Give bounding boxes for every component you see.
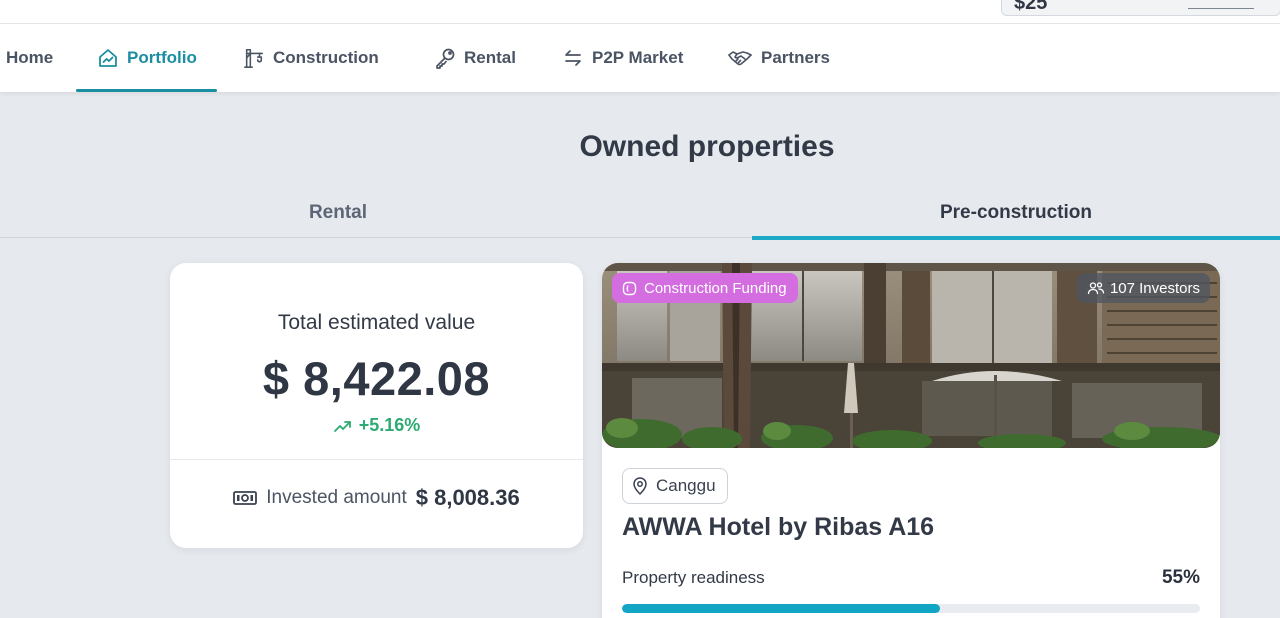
property-photo[interactable]: Construction Funding 107 Investors — [602, 263, 1220, 448]
readiness-percent: 55% — [1161, 567, 1200, 588]
tab-pre-construction-label: Pre-construction — [939, 202, 1093, 223]
nav-home-label: Home — [6, 48, 54, 67]
invested-amount: $ 8,008.36 — [415, 485, 520, 510]
nav-p2p-label: P2P Market — [592, 48, 684, 67]
nav-construction-label: Construction — [273, 48, 379, 67]
tab-rental[interactable]: Rental — [0, 188, 676, 238]
nav-active-underline — [76, 89, 217, 92]
coin-icon — [622, 281, 637, 296]
nav-rental-label: Rental — [464, 48, 516, 67]
property-tabs: Rental Pre-construction — [0, 188, 1280, 240]
page-title: Owned properties — [579, 130, 835, 163]
construction-funding-text: Construction Funding — [644, 279, 787, 297]
portfolio-value-card: Total estimated value $ 8,422.08 +5.16% … — [170, 263, 583, 548]
readiness-progress-fill — [622, 604, 940, 613]
tab-rental-label: Rental — [308, 202, 368, 223]
property-title[interactable]: AWWA Hotel by Ribas A16 — [622, 513, 934, 542]
nav-partners[interactable]: Partners — [727, 24, 830, 92]
nav-portfolio-label: Portfolio — [127, 48, 197, 67]
chart-house-icon — [97, 47, 119, 69]
nav-portfolio[interactable]: Portfolio — [76, 24, 217, 92]
handshake-icon — [727, 47, 753, 69]
top-strip: $25 — [0, 0, 1280, 24]
total-value-label: Total estimated value — [277, 311, 476, 334]
main-nav: Home Portfolio Construction Rental P2P M… — [0, 24, 1280, 92]
readiness-progress-bar — [622, 604, 1200, 613]
nav-home[interactable]: Home — [6, 24, 53, 92]
nav-p2p-market[interactable]: P2P Market — [562, 24, 683, 92]
location-tag: Canggu — [622, 468, 728, 504]
tab-active-underline — [752, 236, 1280, 240]
readiness-label: Property readiness — [622, 568, 765, 587]
location-text: Canggu — [656, 476, 716, 495]
balance-widget[interactable]: $25 — [1001, 0, 1280, 16]
property-card[interactable]: Construction Funding 107 Investors Cangg… — [602, 263, 1220, 618]
banknote-icon — [233, 490, 258, 506]
balance-underline — [1188, 8, 1254, 9]
investors-badge: 107 Investors — [1076, 273, 1210, 303]
nav-rental[interactable]: Rental — [434, 24, 516, 92]
construction-funding-badge: Construction Funding — [612, 273, 798, 303]
nav-construction[interactable]: Construction — [243, 24, 379, 92]
users-icon — [1087, 281, 1105, 296]
swap-arrows-icon — [562, 47, 584, 69]
nav-partners-label: Partners — [761, 48, 830, 67]
key-icon — [434, 47, 456, 69]
crane-icon — [243, 47, 265, 69]
total-value-amount: $ 8,422.08 — [262, 352, 491, 405]
map-pin-icon — [632, 477, 648, 495]
invested-row: Invested amount $ 8,008.36 — [170, 485, 583, 511]
invested-label: Invested amount — [266, 487, 407, 508]
trend-up-icon — [333, 418, 353, 434]
tab-pre-construction[interactable]: Pre-construction — [752, 188, 1280, 240]
value-change-text: +5.16% — [358, 415, 421, 435]
balance-amount: $25 — [1014, 0, 1048, 14]
investors-count: 107 Investors — [1109, 279, 1200, 297]
card-divider — [170, 459, 583, 460]
value-change: +5.16% — [170, 415, 583, 436]
